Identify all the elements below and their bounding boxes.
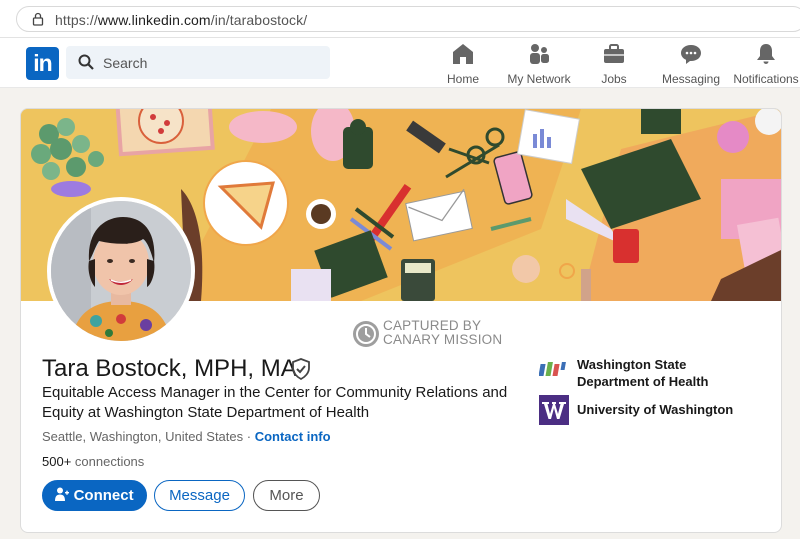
verified-shield-icon[interactable] [291, 358, 311, 380]
address-bar[interactable]: https://www.linkedin.com/in/tarabostock/ [16, 6, 800, 32]
profile-location: Seattle, Washington, United States [42, 429, 244, 444]
org-washington-state-doh[interactable]: Washington State Department of Health [539, 356, 759, 390]
nav-messaging-label: Messaging [661, 72, 721, 86]
search-icon [78, 54, 94, 70]
network-icon [530, 44, 549, 64]
wa-doh-logo [539, 362, 566, 376]
org-name-uw: University of Washington [577, 401, 733, 418]
connect-button[interactable]: Connect [42, 480, 147, 511]
watermark-text: CAPTURED BY CANARY MISSION [383, 319, 502, 347]
nav-notifications[interactable]: Notifications [732, 42, 800, 86]
nav-jobs-label: Jobs [601, 72, 627, 86]
profile-avatar[interactable] [47, 197, 195, 345]
org-name-line-1: University of Washington [577, 402, 734, 417]
org-name-line-1: Washington State [577, 357, 687, 372]
browser-url-bar: https://www.linkedin.com/in/tarabostock/ [0, 0, 800, 38]
nav-jobs[interactable]: Jobs [598, 42, 630, 86]
canary-mission-icon [353, 321, 379, 347]
nav-my-network-label: My Network [507, 72, 571, 86]
home-icon [453, 44, 473, 64]
captured-by-watermark: CAPTURED BY CANARY MISSION [353, 319, 553, 349]
profile-photo [51, 201, 191, 341]
nav-messaging[interactable]: Messaging [660, 42, 722, 86]
more-label: More [269, 487, 304, 504]
add-person-icon [55, 487, 70, 501]
search-input[interactable]: Search [66, 46, 330, 79]
org-name-wa-doh: Washington State Department of Health [577, 356, 708, 390]
nav-home-label: Home [446, 72, 479, 86]
bell-icon [757, 44, 775, 64]
connections-number: 500+ [42, 454, 72, 469]
nav-home[interactable]: Home [443, 42, 483, 86]
org-name-line-2: Department of Health [577, 374, 709, 389]
message-button[interactable]: Message [154, 480, 245, 511]
messaging-icon [681, 45, 701, 64]
profile-name: Tara Bostock, MPH, MA [42, 355, 297, 382]
profile-headline: Equitable Access Manager in the Center f… [42, 384, 508, 421]
nav-my-network[interactable]: My Network [503, 42, 575, 86]
connect-label: Connect [73, 487, 134, 504]
connections-count[interactable]: 500+ connections [42, 454, 144, 469]
profile-location-line: Seattle, Washington, United States · Con… [42, 429, 331, 444]
search-placeholder: Search [103, 55, 148, 71]
lock-icon [32, 12, 44, 26]
connections-label: connections [71, 454, 145, 469]
more-button[interactable]: More [253, 480, 320, 511]
top-navigation: in Search Home My Network Jobs Messaging… [0, 38, 800, 88]
message-label: Message [169, 487, 230, 504]
briefcase-icon [604, 44, 624, 63]
org-university-of-washington[interactable]: University of Washington [539, 395, 759, 427]
linkedin-logo[interactable]: in [26, 47, 59, 80]
profile-card: CAPTURED BY CANARY MISSION Tara Bostock,… [20, 108, 782, 533]
watermark-line-2: CANARY MISSION [383, 332, 503, 347]
url-text: https://www.linkedin.com/in/tarabostock/ [55, 12, 308, 28]
nav-notifications-label: Notifications [733, 72, 799, 86]
watermark-line-1: CAPTURED BY [383, 318, 482, 333]
contact-info-link[interactable]: Contact info [255, 429, 331, 444]
uw-logo [539, 395, 569, 425]
separator-dot: · [243, 429, 255, 444]
